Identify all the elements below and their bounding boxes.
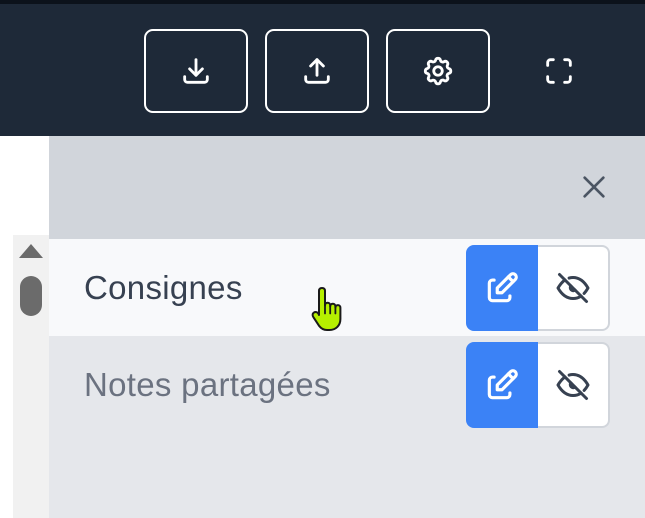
item-actions: [466, 245, 610, 331]
top-toolbar: [0, 0, 645, 136]
upload-button[interactable]: [265, 29, 369, 113]
scrollbar[interactable]: [13, 235, 49, 518]
scroll-up-arrow-icon[interactable]: [19, 244, 43, 258]
edit-icon: [487, 369, 518, 400]
list-item-label: Notes partagées: [84, 366, 331, 403]
close-icon: [583, 176, 605, 198]
gear-icon: [423, 56, 453, 86]
fullscreen-icon: [546, 58, 572, 84]
side-panel: Consignes Notes partagées: [49, 136, 645, 518]
list-item-consignes[interactable]: Consignes: [49, 239, 645, 336]
fullscreen-button[interactable]: [522, 29, 596, 113]
edit-icon: [487, 272, 518, 303]
list-item-label: Consignes: [84, 269, 243, 306]
settings-button[interactable]: [386, 29, 490, 113]
upload-icon: [304, 58, 330, 84]
panel-header: [49, 136, 645, 239]
toggle-visibility-button[interactable]: [538, 342, 610, 428]
eye-off-icon: [556, 370, 590, 400]
download-button[interactable]: [144, 29, 248, 113]
toggle-visibility-button[interactable]: [538, 245, 610, 331]
eye-off-icon: [556, 273, 590, 303]
edit-button[interactable]: [466, 245, 538, 331]
edit-button[interactable]: [466, 342, 538, 428]
download-icon: [183, 58, 209, 84]
list-item-notes-partagees[interactable]: Notes partagées: [49, 336, 645, 433]
close-button[interactable]: [577, 170, 611, 204]
item-actions: [466, 342, 610, 428]
scrollbar-thumb[interactable]: [20, 276, 42, 316]
